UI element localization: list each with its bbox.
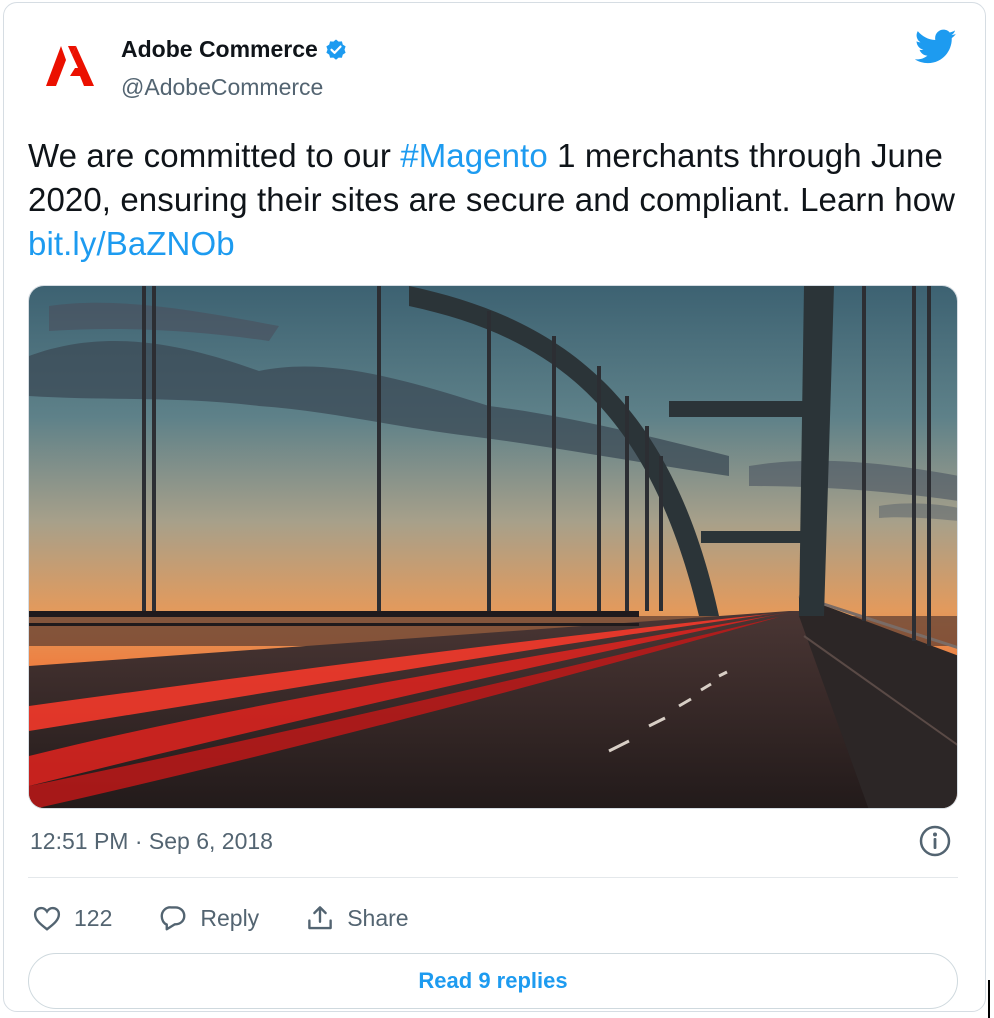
tweet-media-image[interactable] xyxy=(28,285,958,809)
twitter-bird-icon[interactable] xyxy=(915,28,957,66)
reply-button[interactable]: Reply xyxy=(158,903,259,933)
tweet-text: We are committed to our #Magento 1 merch… xyxy=(28,134,968,266)
like-count: 122 xyxy=(74,904,113,931)
adobe-logo-icon[interactable] xyxy=(42,38,98,94)
bridge-photo-icon xyxy=(29,286,957,808)
tweet-actions: 122 Reply Share xyxy=(32,898,455,938)
text-cursor xyxy=(988,980,990,1018)
short-url-link[interactable]: bit.ly/BaZNOb xyxy=(28,225,235,262)
share-upload-icon xyxy=(308,906,332,930)
reply-label: Reply xyxy=(200,904,260,931)
verified-badge-icon xyxy=(326,39,346,60)
info-icon[interactable] xyxy=(918,824,952,858)
share-label: Share xyxy=(347,904,409,931)
author-display-name[interactable]: Adobe Commerce xyxy=(121,36,348,63)
author-handle[interactable]: @AdobeCommerce xyxy=(121,74,323,101)
read-replies-button[interactable]: Read 9 replies xyxy=(28,953,958,1009)
hashtag-link[interactable]: #Magento xyxy=(400,137,548,174)
divider xyxy=(28,877,958,878)
share-button[interactable]: Share xyxy=(305,903,409,933)
reply-bubble-icon xyxy=(160,906,186,931)
like-button[interactable]: 122 xyxy=(32,903,112,933)
author-name-text[interactable]: Adobe Commerce xyxy=(121,36,318,63)
tweet-text-part-1: We are committed to our xyxy=(28,137,401,174)
heart-icon xyxy=(33,906,61,931)
tweet-timestamp[interactable]: 12:51 PM · Sep 6, 2018 xyxy=(30,828,273,855)
